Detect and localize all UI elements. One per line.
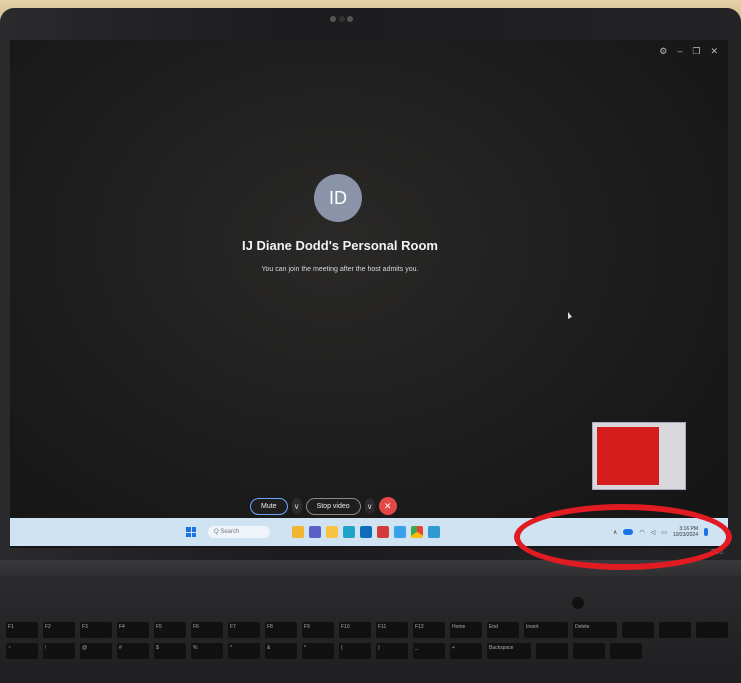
- laptop-screen: ⚙ – ❐ ✕ ID IJ Diane Dodd's Personal Room…: [10, 40, 728, 548]
- mute-options-chevron-icon[interactable]: ∨: [291, 498, 302, 514]
- number-key-row: ~! @ # $% ^ & * () _ + Backspace: [6, 643, 741, 659]
- function-key-row: F1 F2 F3 F4 F5 F6 F7 F8 F9 F10 F11 F12 Home End Insert…: [6, 622, 741, 638]
- keyboard-key[interactable]: (: [339, 643, 371, 659]
- keyboard-key[interactable]: F7: [228, 622, 260, 638]
- trackpoint: [572, 597, 584, 609]
- keyboard-key[interactable]: End: [487, 622, 519, 638]
- keyboard-key[interactable]: [610, 643, 642, 659]
- window-controls: ⚙ – ❐ ✕: [659, 46, 718, 57]
- stop-video-button[interactable]: Stop video: [305, 497, 361, 515]
- keyboard-key[interactable]: $: [154, 643, 186, 659]
- keyboard-key[interactable]: F2: [43, 622, 75, 638]
- close-icon[interactable]: ✕: [710, 46, 718, 57]
- keyboard-key[interactable]: @: [80, 643, 112, 659]
- keyboard-key[interactable]: +: [450, 643, 482, 659]
- lobby-message: You can join the meeting after the host …: [261, 266, 419, 273]
- keyboard-key[interactable]: *: [302, 643, 334, 659]
- keyboard-key[interactable]: [622, 622, 654, 638]
- taskbar-search[interactable]: Q Search: [208, 526, 270, 538]
- keyboard-key[interactable]: ^: [228, 643, 260, 659]
- taskbar-apps: [292, 526, 440, 538]
- room-title: IJ Diane Dodd's Personal Room: [242, 238, 438, 253]
- keyboard-key[interactable]: F4: [117, 622, 149, 638]
- keyboard-key[interactable]: F1: [6, 622, 38, 638]
- keyboard-key[interactable]: F9: [302, 622, 334, 638]
- meeting-controls: Mute ∨ Stop video ∨ ✕: [250, 497, 397, 515]
- minimize-icon[interactable]: –: [677, 46, 682, 57]
- self-view-preview[interactable]: [592, 422, 686, 490]
- keyboard-key[interactable]: Backspace: [487, 643, 531, 659]
- keyboard-key[interactable]: _: [413, 643, 445, 659]
- settings-icon[interactable]: ⚙: [659, 46, 667, 57]
- keyboard-key[interactable]: F6: [191, 622, 223, 638]
- keyboard-key[interactable]: Delete: [573, 622, 617, 638]
- keyboard: F1 F2 F3 F4 F5 F6 F7 F8 F9 F10 F11 F12 Home End Insert…: [6, 622, 741, 664]
- keyboard-key[interactable]: %: [191, 643, 223, 659]
- webcam: [330, 14, 354, 24]
- keyboard-key[interactable]: ): [376, 643, 408, 659]
- webex-icon[interactable]: [394, 526, 406, 538]
- file-explorer-icon[interactable]: [292, 526, 304, 538]
- host-avatar: ID: [314, 174, 362, 222]
- mute-button[interactable]: Mute: [250, 497, 288, 515]
- keyboard-key[interactable]: F5: [154, 622, 186, 638]
- keyboard-key[interactable]: [696, 622, 728, 638]
- keyboard-key[interactable]: F3: [80, 622, 112, 638]
- store-icon[interactable]: [377, 526, 389, 538]
- mouse-cursor-icon: [568, 312, 572, 319]
- red-annotation-circle: [514, 504, 732, 570]
- chrome-icon[interactable]: [411, 526, 423, 538]
- outlook-icon[interactable]: [360, 526, 372, 538]
- maximize-icon[interactable]: ❐: [692, 46, 700, 57]
- keyboard-key[interactable]: F11: [376, 622, 408, 638]
- leave-meeting-button[interactable]: ✕: [378, 497, 397, 515]
- keyboard-key[interactable]: &: [265, 643, 297, 659]
- video-options-chevron-icon[interactable]: ∨: [364, 498, 375, 514]
- keyboard-key[interactable]: #: [117, 643, 149, 659]
- edge-icon[interactable]: [343, 526, 355, 538]
- keyboard-key[interactable]: Insert: [524, 622, 568, 638]
- keyboard-key[interactable]: F12: [413, 622, 445, 638]
- keyboard-key[interactable]: ~: [6, 643, 38, 659]
- teams-icon[interactable]: [309, 526, 321, 538]
- self-view-video: [597, 427, 659, 485]
- keyboard-key[interactable]: F10: [339, 622, 371, 638]
- keyboard-key[interactable]: [573, 643, 605, 659]
- keyboard-key[interactable]: !: [43, 643, 75, 659]
- keyboard-key[interactable]: Home: [450, 622, 482, 638]
- keyboard-key[interactable]: [659, 622, 691, 638]
- start-icon[interactable]: [186, 527, 196, 537]
- app-icon[interactable]: [428, 526, 440, 538]
- folder-icon[interactable]: [326, 526, 338, 538]
- keyboard-key[interactable]: F8: [265, 622, 297, 638]
- keyboard-key[interactable]: [536, 643, 568, 659]
